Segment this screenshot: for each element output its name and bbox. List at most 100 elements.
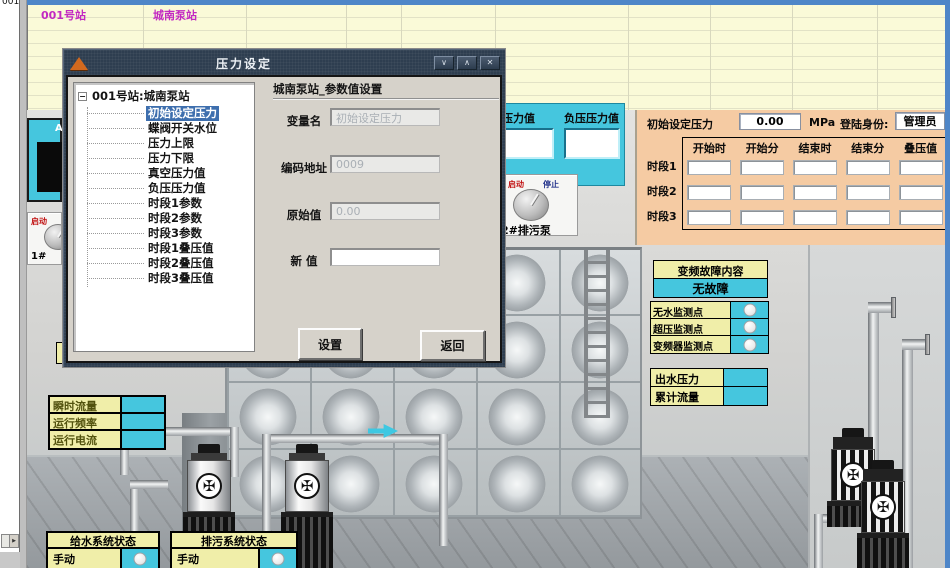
grid-line [628, 5, 629, 110]
mode-label: 手动 [48, 549, 120, 568]
output-row: 累计流量 [651, 387, 767, 405]
tree-item[interactable]: 时段1参数 [74, 196, 254, 211]
tree-item[interactable]: 蝶阀开关水位 [74, 121, 254, 136]
schedule-cell[interactable] [740, 160, 784, 175]
output-value-cell[interactable] [723, 369, 767, 386]
pump-cap [296, 444, 318, 453]
pump2-switch-panel[interactable]: 启动 停止 2#排污泵 [498, 174, 578, 236]
pump-fan-icon: ✠ [870, 494, 896, 520]
station-list-item[interactable]: 001 [2, 0, 19, 7]
tree-item[interactable]: 压力上限 [74, 136, 254, 151]
dialog-title: 压力设定 [66, 55, 422, 72]
tree-item[interactable]: 真空压力值 [74, 166, 254, 181]
pump-a-control-box[interactable]: A [27, 118, 62, 202]
status-indicator-icon[interactable] [272, 552, 285, 565]
status-panel-header: 排污系统状态 [172, 533, 296, 549]
restore-button[interactable]: ∧ [457, 56, 477, 70]
minimize-button[interactable]: ∨ [434, 56, 454, 70]
monitor-point-label: 超压监测点 [651, 319, 730, 335]
station-list-scrollbar[interactable]: ▶ [1, 534, 19, 548]
status-row: 手动 [172, 549, 296, 568]
readout-value-cell[interactable] [120, 431, 164, 448]
schedule-cell[interactable] [740, 210, 784, 225]
knob-pointer-icon [530, 193, 539, 205]
readout-value-cell[interactable] [120, 414, 164, 429]
output-value-cell[interactable] [723, 387, 767, 405]
negative-pressure-label: 负压压力值 [564, 110, 619, 126]
tree-item[interactable]: 压力下限 [74, 151, 254, 166]
dialog-titlebar[interactable]: 压力设定 ∨ ∧ ✕ [66, 52, 502, 74]
schedule-row-1 [683, 155, 947, 180]
tree-collapse-icon[interactable]: − [78, 92, 87, 101]
schedule-cell[interactable] [846, 160, 890, 175]
schedule-col-header: 结束时 [789, 138, 842, 155]
scrollbar-right-arrow-icon[interactable]: ▶ [9, 535, 18, 547]
pipe [439, 434, 448, 546]
station-list[interactable]: 001 ▶ [0, 0, 20, 552]
tree-root-node[interactable]: − 001号站:城南泵站 [78, 88, 254, 104]
status-indicator-icon[interactable] [743, 304, 756, 317]
schedule-cell[interactable] [793, 160, 837, 175]
water-supply-status-panel: 给水系统状态 手动 [46, 531, 160, 568]
tree-item[interactable]: 时段2叠压值 [74, 256, 254, 271]
pump1-switch-panel[interactable]: 启动 1# [27, 212, 62, 265]
station-name-cell[interactable]: 城南泵站 [153, 7, 197, 23]
schedule-cell[interactable] [687, 160, 731, 175]
pump2-switch-knob[interactable] [513, 189, 549, 221]
pump-a-display [37, 142, 62, 192]
schedule-col-header: 叠压值 [894, 138, 947, 155]
schedule-cell[interactable] [899, 185, 943, 200]
pressure-setting-dialog: 压力设定 ∨ ∧ ✕ − 001号站:城南泵站 初始设定压力 蝶阀开关水位 压力… [62, 48, 506, 368]
pump-cap [872, 460, 894, 469]
code-address-label: 编码地址 [272, 160, 336, 176]
set-button[interactable]: 设置 [298, 328, 362, 360]
parameter-tree[interactable]: − 001号站:城南泵站 初始设定压力 蝶阀开关水位 压力上限 压力下限 真空压… [73, 82, 255, 352]
pump-neck [191, 453, 227, 460]
schedule-cell[interactable] [793, 185, 837, 200]
pump1-switch-knob[interactable] [44, 224, 62, 250]
original-value-field[interactable] [330, 202, 440, 220]
scrollbar-track[interactable] [2, 535, 9, 547]
back-button[interactable]: 返回 [420, 330, 485, 361]
schedule-cell[interactable] [846, 185, 890, 200]
tree-item[interactable]: 负压压力值 [74, 181, 254, 196]
station-id-cell[interactable]: 001号站 [41, 7, 86, 23]
pump-neck [833, 437, 873, 449]
init-pressure-label: 初始设定压力 [647, 116, 713, 132]
status-indicator-icon[interactable] [134, 552, 147, 565]
schedule-cell[interactable] [846, 210, 890, 225]
tree-item[interactable]: 时段3参数 [74, 226, 254, 241]
schedule-cell[interactable] [899, 210, 943, 225]
pipe-flange [925, 334, 930, 355]
close-button[interactable]: ✕ [480, 56, 500, 70]
init-pressure-value-box[interactable]: 0.00 [739, 113, 801, 130]
readout-value-cell[interactable] [120, 397, 164, 412]
new-value-field[interactable] [330, 248, 440, 266]
status-indicator-icon[interactable] [743, 321, 756, 334]
pump-body: ✠ [285, 460, 329, 512]
vacuum-pressure-value-box[interactable] [502, 128, 554, 159]
pump-neck [289, 453, 325, 460]
tree-item[interactable]: 时段3叠压值 [74, 271, 254, 286]
readout-row: 运行电流 [50, 431, 164, 448]
schedule-cell[interactable] [793, 210, 837, 225]
scada-screen: 001 ▶ 001号站 城南泵站 [0, 0, 950, 568]
schedule-cell[interactable] [687, 185, 731, 200]
schedule-col-header: 开始时 [683, 138, 736, 155]
variable-name-field[interactable] [330, 108, 440, 126]
schedule-cell[interactable] [687, 210, 731, 225]
tree-item[interactable]: 时段1叠压值 [74, 241, 254, 256]
negative-pressure-value-box[interactable] [564, 128, 620, 159]
login-identity-label: 登陆身份: [840, 116, 888, 132]
tree-item[interactable]: 时段2参数 [74, 211, 254, 226]
pipe [814, 514, 823, 568]
monitor-point-label: 变频器监测点 [651, 336, 730, 353]
code-address-field[interactable] [330, 155, 440, 173]
readout-panel: 瞬时流量 运行频率 运行电流 [48, 395, 166, 450]
schedule-cell[interactable] [899, 160, 943, 175]
output-values-panel: 出水压力 累计流量 [650, 368, 768, 406]
pump2-stop-label: 停止 [543, 179, 559, 190]
tree-item-init-pressure[interactable]: 初始设定压力 [74, 106, 254, 121]
status-indicator-icon[interactable] [743, 338, 756, 351]
schedule-cell[interactable] [740, 185, 784, 200]
